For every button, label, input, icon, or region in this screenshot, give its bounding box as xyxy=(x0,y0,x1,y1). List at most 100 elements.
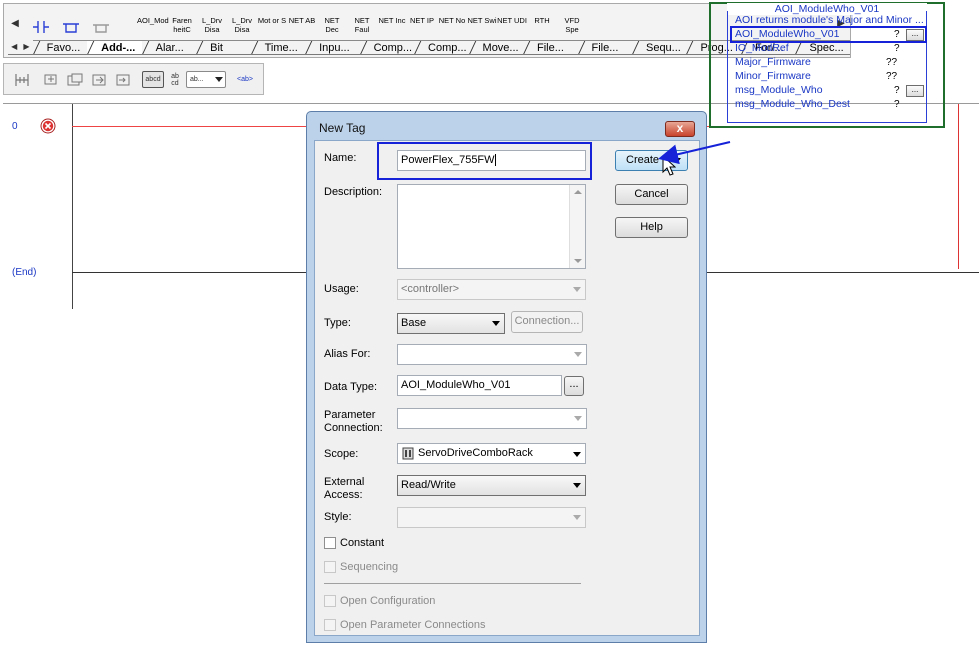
sequencing-checkbox[interactable] xyxy=(324,561,336,573)
palette-tab-8[interactable]: Move... xyxy=(468,40,524,54)
scope-select[interactable]: ServoDriveComboRack xyxy=(397,443,586,464)
xic-contact-icon[interactable] xyxy=(26,12,56,42)
accept-edits-icon[interactable] xyxy=(90,71,108,88)
aoi-operand-value: ? xyxy=(894,85,900,96)
close-icon: x xyxy=(676,121,684,135)
palette-scroll-left-icon[interactable]: ◀ xyxy=(8,14,22,34)
data-type-input[interactable]: AOI_ModuleWho_V01 xyxy=(397,375,562,396)
aoi-operand-name[interactable]: Minor_Firmware xyxy=(735,70,811,83)
aoi-browse-button[interactable]: ... xyxy=(906,85,924,97)
ab-dropdown[interactable]: ab... xyxy=(186,71,226,88)
parameter-connection-select[interactable] xyxy=(397,408,587,429)
add-rung-icon[interactable] xyxy=(41,71,59,88)
tab-scroll-right-icon[interactable]: ▶ xyxy=(20,40,32,54)
alias-for-label: Alias For: xyxy=(324,348,371,360)
alias-for-select[interactable] xyxy=(397,344,587,365)
instruction-11[interactable]: NET Swi xyxy=(467,12,497,42)
open-configuration-checkbox[interactable] xyxy=(324,595,336,607)
instruction-1[interactable]: Faren heitC xyxy=(167,12,197,42)
description-textarea[interactable] xyxy=(397,184,586,269)
aoi-operand-highlight xyxy=(730,26,927,43)
instruction-12[interactable]: NET UDI xyxy=(497,12,527,42)
palette-tab-10[interactable]: File... xyxy=(577,40,632,54)
palette-tab-1[interactable]: Add-... xyxy=(87,40,142,54)
palette-tab-6[interactable]: Comp... xyxy=(359,40,415,54)
type-value: Base xyxy=(401,317,427,329)
instruction-13[interactable]: RTH xyxy=(527,12,557,42)
name-label: Name: xyxy=(324,152,357,164)
abcd-toggle-button[interactable]: abcd xyxy=(142,71,164,88)
tab-scroll-left-icon[interactable]: ◀ xyxy=(8,40,20,54)
chevron-down-icon xyxy=(215,77,223,82)
instruction-6[interactable]: NET Dec xyxy=(317,12,347,42)
scope-label: Scope: xyxy=(324,448,359,460)
error-icon xyxy=(40,118,56,134)
right-power-rail xyxy=(958,104,959,269)
data-type-label: Data Type: xyxy=(324,381,377,393)
ab-tag-button[interactable]: <ab> xyxy=(234,71,256,88)
close-button[interactable]: x xyxy=(665,121,695,137)
type-select[interactable]: Base xyxy=(397,313,505,334)
style-select[interactable] xyxy=(397,507,586,528)
instruction-14[interactable]: VFD Spe xyxy=(557,12,587,42)
branch-level-icon[interactable] xyxy=(86,12,116,42)
aoi-operand-name[interactable]: Major_Firmware xyxy=(735,56,811,69)
instruction-9[interactable]: NET IP xyxy=(407,12,437,42)
palette-tab-4[interactable]: Time... xyxy=(250,40,306,54)
controller-icon xyxy=(402,447,415,460)
scroll-up-icon[interactable] xyxy=(574,190,582,194)
instruction-7[interactable]: NET Faul xyxy=(347,12,377,42)
scroll-down-icon[interactable] xyxy=(574,259,582,263)
instruction-3[interactable]: L_Drv Disa xyxy=(227,12,257,42)
description-scrollbar[interactable] xyxy=(569,185,585,268)
aoi-operand-value: ?? xyxy=(886,71,898,82)
aoi-operand-value: ? xyxy=(894,99,900,110)
branch-icon[interactable] xyxy=(56,12,86,42)
test-edits-icon[interactable] xyxy=(114,71,132,88)
aoi-operand-name[interactable]: msg_Module_Who xyxy=(735,84,823,97)
instruction-4[interactable]: Mot or S xyxy=(257,12,287,42)
rung-icon[interactable] xyxy=(12,71,30,88)
instruction-10[interactable]: NET No xyxy=(437,12,467,42)
dialog-title: New Tag xyxy=(319,121,366,135)
constant-label: Constant xyxy=(340,537,385,549)
create-button[interactable]: Create xyxy=(615,150,688,171)
edit-rung-icon[interactable] xyxy=(65,71,83,88)
help-button[interactable]: Help xyxy=(615,217,688,238)
dialog-separator xyxy=(324,583,581,584)
constant-checkbox[interactable] xyxy=(324,537,336,549)
palette-tab-5[interactable]: Inpu... xyxy=(305,40,360,54)
ab-cd-button[interactable]: ab cd xyxy=(168,71,182,88)
cancel-button[interactable]: Cancel xyxy=(615,184,688,205)
name-field-highlight xyxy=(377,142,592,180)
palette-tab-7[interactable]: Comp... xyxy=(414,40,469,54)
type-label: Type: xyxy=(324,317,351,329)
open-parameter-connections-label: Open Parameter Connections xyxy=(340,619,486,631)
scope-value: ServoDriveComboRack xyxy=(418,447,533,459)
chevron-down-icon xyxy=(573,515,581,520)
mouse-cursor-icon xyxy=(662,154,677,180)
instruction-0[interactable]: AOI_Mod xyxy=(137,12,169,42)
palette-tab-2[interactable]: Alar... xyxy=(141,40,197,54)
aoi-operand-name[interactable]: IO_ModRef xyxy=(735,42,789,55)
style-label: Style: xyxy=(324,511,352,523)
palette-tab-9[interactable]: File... xyxy=(523,40,578,54)
usage-label: Usage: xyxy=(324,283,359,295)
palette-tab-11[interactable]: Sequ... xyxy=(631,40,687,54)
external-access-value: Read/Write xyxy=(401,479,456,491)
connection-button[interactable]: Connection... xyxy=(511,311,583,333)
instruction-2[interactable]: L_Drv Disa xyxy=(197,12,227,42)
aoi-operand-value: ? xyxy=(894,43,900,54)
palette-tab-3[interactable]: Bit xyxy=(196,40,251,54)
instruction-8[interactable]: NET Inc xyxy=(377,12,407,42)
usage-value: <controller> xyxy=(401,283,460,295)
aoi-operand-name[interactable]: msg_Module_Who_Dest xyxy=(735,98,850,111)
external-access-select[interactable]: Read/Write xyxy=(397,475,586,496)
open-parameter-connections-checkbox[interactable] xyxy=(324,619,336,631)
parameter-label: Parameter xyxy=(324,409,376,421)
palette-tab-0[interactable]: Favo... xyxy=(32,40,88,54)
rung-number[interactable]: 0 xyxy=(12,121,18,132)
data-type-browse-button[interactable]: ... xyxy=(564,376,584,396)
usage-select[interactable]: <controller> xyxy=(397,279,586,300)
instruction-5[interactable]: NET AB xyxy=(287,12,317,42)
